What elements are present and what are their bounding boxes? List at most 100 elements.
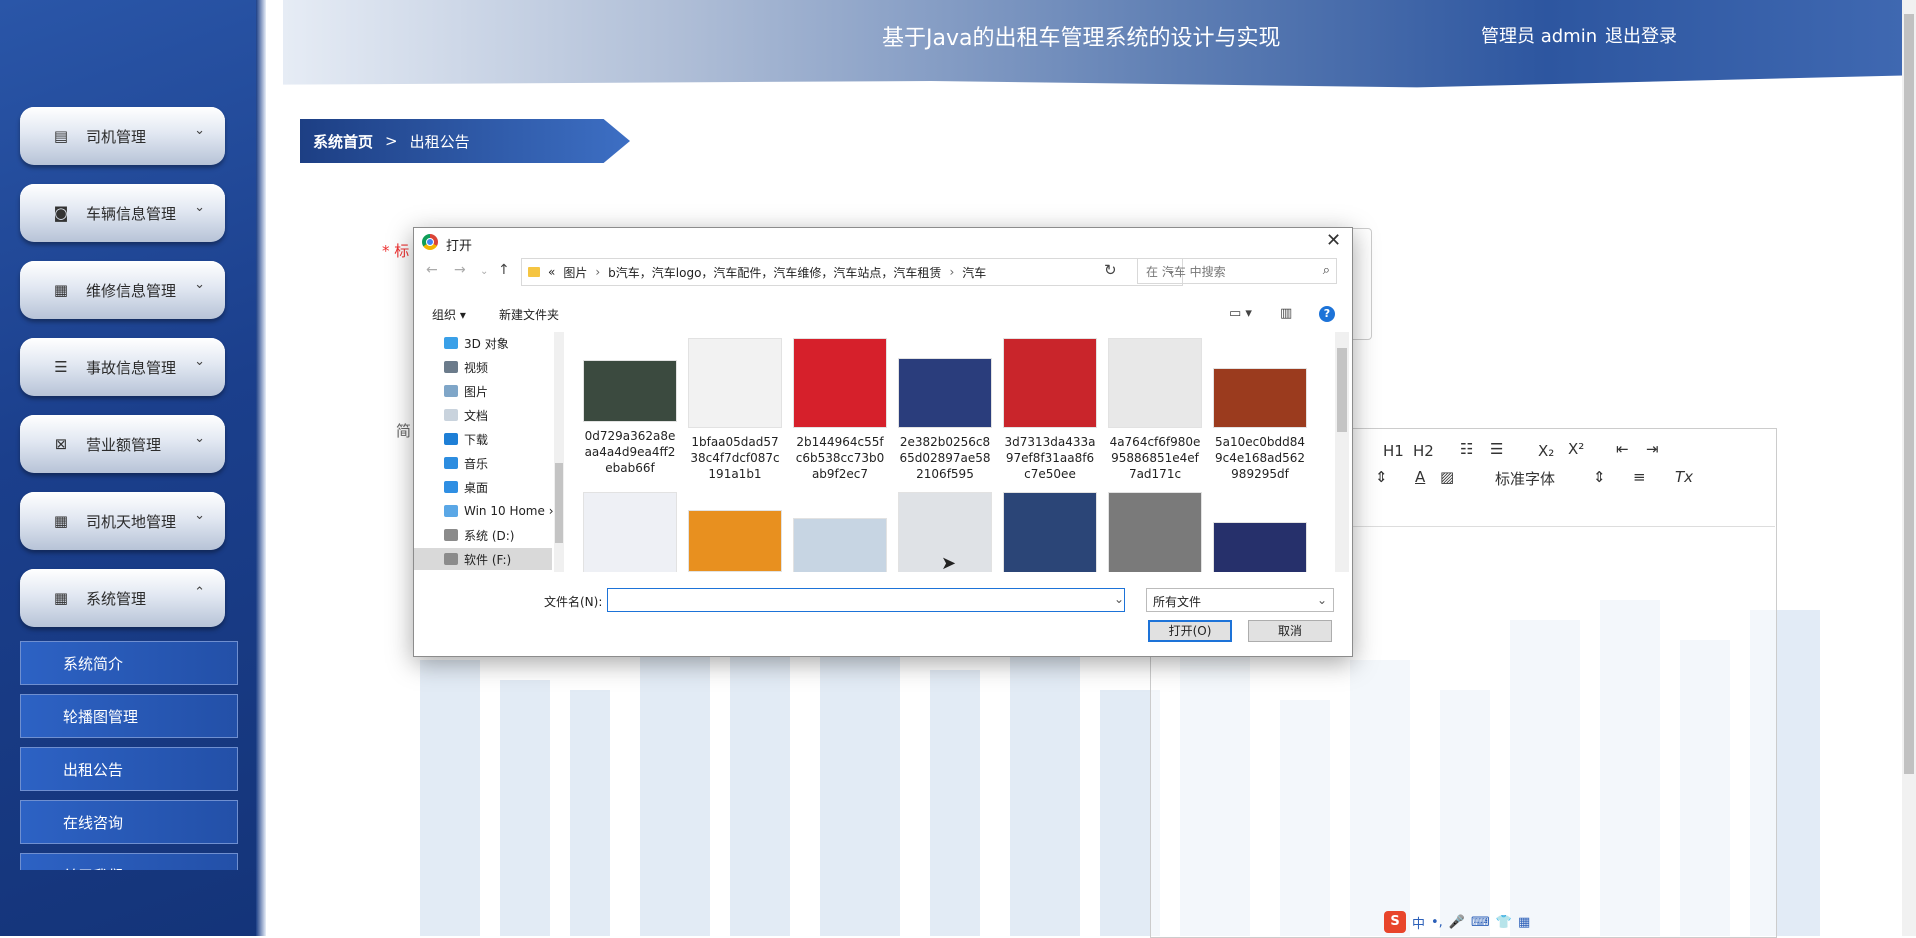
nav-scrollbar-thumb[interactable]	[555, 463, 563, 543]
back-arrow-icon[interactable]: ←	[426, 262, 438, 278]
ime-chinese-toggle[interactable]: 中	[1412, 913, 1425, 932]
file-item[interactable]	[788, 518, 892, 572]
sidebar-item-driver[interactable]: ▤ 司机管理 ⌄	[20, 107, 225, 165]
file-item[interactable]	[998, 492, 1102, 572]
file-thumbnail	[793, 518, 887, 572]
nav-item-downloads[interactable]: 下载	[444, 428, 554, 450]
skin-icon[interactable]: 👕	[1496, 915, 1512, 930]
outdent-icon[interactable]: ⇤	[1616, 440, 1629, 458]
sub-item-notice[interactable]: 出租公告	[20, 747, 238, 791]
file-thumbnail	[1003, 338, 1097, 428]
sidebar-item-repair[interactable]: ▦ 维修信息管理 ⌄	[20, 261, 225, 319]
address-arrow[interactable]: ›	[595, 265, 600, 279]
keyboard-icon[interactable]: ⌨	[1471, 915, 1490, 930]
page-scrollbar-thumb[interactable]	[1904, 14, 1914, 774]
help-icon[interactable]: ?	[1319, 306, 1335, 322]
nav-item-desktop[interactable]: 桌面	[444, 476, 554, 498]
logout-link[interactable]: 退出登录	[1605, 22, 1677, 48]
sogou-logo-icon[interactable]: S	[1384, 911, 1406, 933]
new-folder-button[interactable]: 新建文件夹	[499, 306, 559, 323]
file-item[interactable]: 0d729a362a8eaa4a4d9ea4ff2ebab66f	[578, 338, 682, 476]
nav-item-3d[interactable]: 3D 对象	[444, 332, 554, 354]
size-stepper-icon[interactable]: ⇕	[1375, 468, 1388, 486]
breadcrumb-home[interactable]: 系统首页	[313, 131, 373, 152]
heading1-button[interactable]: H1	[1383, 442, 1404, 460]
preview-pane-icon[interactable]: ▥	[1280, 306, 1292, 321]
indent-icon[interactable]: ⇥	[1646, 440, 1659, 458]
file-item[interactable]	[578, 492, 682, 572]
nav-item-docs[interactable]: 文档	[444, 404, 554, 426]
filename-input[interactable]	[607, 588, 1125, 612]
subscript-button[interactable]: X₂	[1538, 442, 1554, 460]
sidebar-item-revenue[interactable]: ⊠ 营业额管理 ⌄	[20, 415, 225, 473]
nav-item-drive-f[interactable]: 软件 (F:)	[414, 548, 552, 570]
address-bar[interactable]: « 图片 › b汽车，汽车logo，汽车配件，汽车维修，汽车站点，汽车租赁 › …	[521, 258, 1183, 286]
ime-punctuation-icon[interactable]: •,	[1431, 915, 1443, 930]
file-item[interactable]	[683, 510, 787, 572]
file-list: 0d729a362a8eaa4a4d9ea4ff2ebab66f 1bfaa05…	[564, 332, 1332, 572]
ordered-list-icon[interactable]: ☷	[1460, 440, 1473, 458]
file-item[interactable]: 5a10ec0bdd849c4e168ad562989295df	[1208, 338, 1312, 482]
address-overflow[interactable]: «	[548, 265, 555, 279]
align-icon[interactable]: ≡	[1633, 468, 1646, 486]
nav-item-music[interactable]: 音乐	[444, 452, 554, 474]
address-segment[interactable]: 图片	[563, 264, 587, 281]
organize-button[interactable]: 组织 ▾	[432, 306, 466, 323]
sub-item-about[interactable]: 关于我们	[20, 853, 238, 870]
clear-format-button[interactable]: Tx	[1675, 468, 1693, 486]
address-segment[interactable]: 汽车	[962, 264, 986, 281]
grid-icon: ▦	[53, 589, 69, 607]
close-icon[interactable]: ✕	[1326, 230, 1341, 251]
sidebar-item-system[interactable]: ▦ 系统管理 ⌃	[20, 569, 225, 627]
address-arrow[interactable]: ›	[949, 265, 954, 279]
file-item[interactable]: 2e382b0256c865d02897ae582106f595	[893, 338, 997, 482]
nav-item-drive-d[interactable]: 系统 (D:)	[444, 524, 554, 546]
font-family-select[interactable]: 标准字体	[1495, 468, 1555, 489]
forward-arrow-icon[interactable]: →	[454, 262, 466, 278]
file-open-dialog: 打开 ✕ ← → ⌄ ↑ « 图片 › b汽车，汽车logo，汽车配件，汽车维修…	[413, 227, 1353, 657]
file-item[interactable]: 1bfaa05dad5738c4f7dcf087c191a1b1	[683, 338, 787, 482]
breadcrumb-separator: >	[385, 132, 398, 150]
search-input[interactable]: 在 汽车 中搜索 ⌕	[1137, 258, 1337, 284]
address-segment[interactable]: b汽车，汽车logo，汽车配件，汽车维修，汽车站点，汽车租赁	[608, 264, 941, 281]
sidebar-item-driver-world[interactable]: ▦ 司机天地管理 ⌄	[20, 492, 225, 550]
font-color-button[interactable]: A	[1415, 468, 1425, 486]
heading2-button[interactable]: H2	[1413, 442, 1434, 460]
cube-icon	[444, 337, 458, 349]
sidebar-item-vehicle[interactable]: ◙ 车辆信息管理 ⌄	[20, 184, 225, 242]
sub-item-carousel[interactable]: 轮播图管理	[20, 694, 238, 738]
highlight-icon[interactable]: ▨	[1440, 468, 1454, 486]
font-stepper-icon[interactable]: ⇕	[1593, 468, 1606, 486]
refresh-icon[interactable]: ↻	[1104, 261, 1117, 279]
toolbox-icon[interactable]: ▦	[1518, 915, 1530, 930]
file-scrollbar-thumb[interactable]	[1337, 348, 1347, 432]
view-options-icon[interactable]: ▭ ▾	[1229, 306, 1252, 321]
cancel-button[interactable]: 取消	[1248, 620, 1332, 642]
up-arrow-icon[interactable]: ↑	[498, 262, 510, 278]
sub-item-consult[interactable]: 在线咨询	[20, 800, 238, 844]
file-item[interactable]	[1103, 492, 1207, 572]
file-item[interactable]: 3d7313da433a97ef8f31aa8f6c7e50ee	[998, 338, 1102, 482]
file-item[interactable]: 4a764cf6f980e95886851e4ef7ad171c	[1103, 338, 1207, 482]
superscript-button[interactable]: X²	[1568, 440, 1584, 458]
nav-item-pictures[interactable]: 图片	[444, 380, 554, 402]
breadcrumb: 系统首页 > 出租公告	[300, 119, 630, 163]
file-item[interactable]: 2b144964c55fc6b538cc73b0ab9f2ec7	[788, 338, 892, 482]
sidebar-item-accident[interactable]: ☰ 事故信息管理 ⌄	[20, 338, 225, 396]
sub-item-intro[interactable]: 系统简介	[20, 641, 238, 685]
microphone-icon[interactable]: 🎤	[1449, 915, 1465, 930]
chevron-down-icon: ⌄	[194, 200, 205, 215]
list-icon: ☰	[54, 358, 68, 376]
file-item[interactable]	[1208, 522, 1312, 572]
recent-chevron-icon[interactable]: ⌄	[480, 266, 488, 277]
nav-item-pc[interactable]: Win 10 Home ›	[444, 500, 554, 522]
bullet-list-icon[interactable]: ☰	[1490, 440, 1503, 458]
filetype-select[interactable]: 所有文件 ⌄	[1146, 588, 1334, 612]
nav-label: 桌面	[464, 480, 489, 495]
chevron-down-icon[interactable]: ⌄	[1114, 592, 1124, 606]
file-name: 2b144964c55fc6b538cc73b0ab9f2ec7	[795, 435, 885, 481]
nav-item-video[interactable]: 视频	[444, 356, 554, 378]
open-button[interactable]: 打开(O)	[1148, 620, 1232, 642]
file-thumbnail	[688, 338, 782, 428]
clipboard-x-icon: ⊠	[54, 435, 68, 453]
